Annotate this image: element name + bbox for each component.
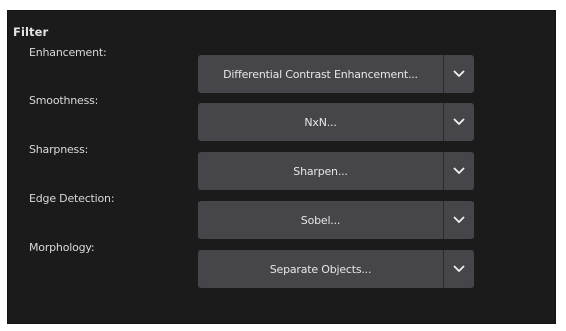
sharpness-label: Sharpness: xyxy=(29,143,89,156)
smoothness-dropdown[interactable]: NxN... xyxy=(198,103,474,141)
morphology-label: Morphology: xyxy=(29,241,95,254)
sharpness-dropdown[interactable]: Sharpen... xyxy=(198,152,474,190)
smoothness-dropdown-button[interactable] xyxy=(444,103,474,141)
chevron-down-icon xyxy=(453,118,465,126)
chevron-down-icon xyxy=(453,70,465,78)
chevron-down-icon xyxy=(453,167,465,175)
enhancement-label: Enhancement: xyxy=(29,46,107,59)
chevron-down-icon xyxy=(453,265,465,273)
edge-detection-dropdown-button[interactable] xyxy=(444,201,474,239)
filter-panel: Filter Enhancement: Differential Contras… xyxy=(7,10,556,324)
enhancement-dropdown-button[interactable] xyxy=(444,55,474,93)
edge-detection-label: Edge Detection: xyxy=(29,192,115,205)
morphology-dropdown[interactable]: Separate Objects... xyxy=(198,250,474,288)
enhancement-dropdown[interactable]: Differential Contrast Enhancement... xyxy=(198,55,474,93)
enhancement-value[interactable]: Differential Contrast Enhancement... xyxy=(198,55,443,93)
chevron-down-icon xyxy=(453,216,465,224)
edge-detection-dropdown[interactable]: Sobel... xyxy=(198,201,474,239)
smoothness-label: Smoothness: xyxy=(29,94,99,107)
sharpness-dropdown-button[interactable] xyxy=(444,152,474,190)
morphology-value[interactable]: Separate Objects... xyxy=(198,250,443,288)
panel-title: Filter xyxy=(13,25,49,39)
sharpness-value[interactable]: Sharpen... xyxy=(198,152,443,190)
morphology-dropdown-button[interactable] xyxy=(444,250,474,288)
edge-detection-value[interactable]: Sobel... xyxy=(198,201,443,239)
smoothness-value[interactable]: NxN... xyxy=(198,103,443,141)
